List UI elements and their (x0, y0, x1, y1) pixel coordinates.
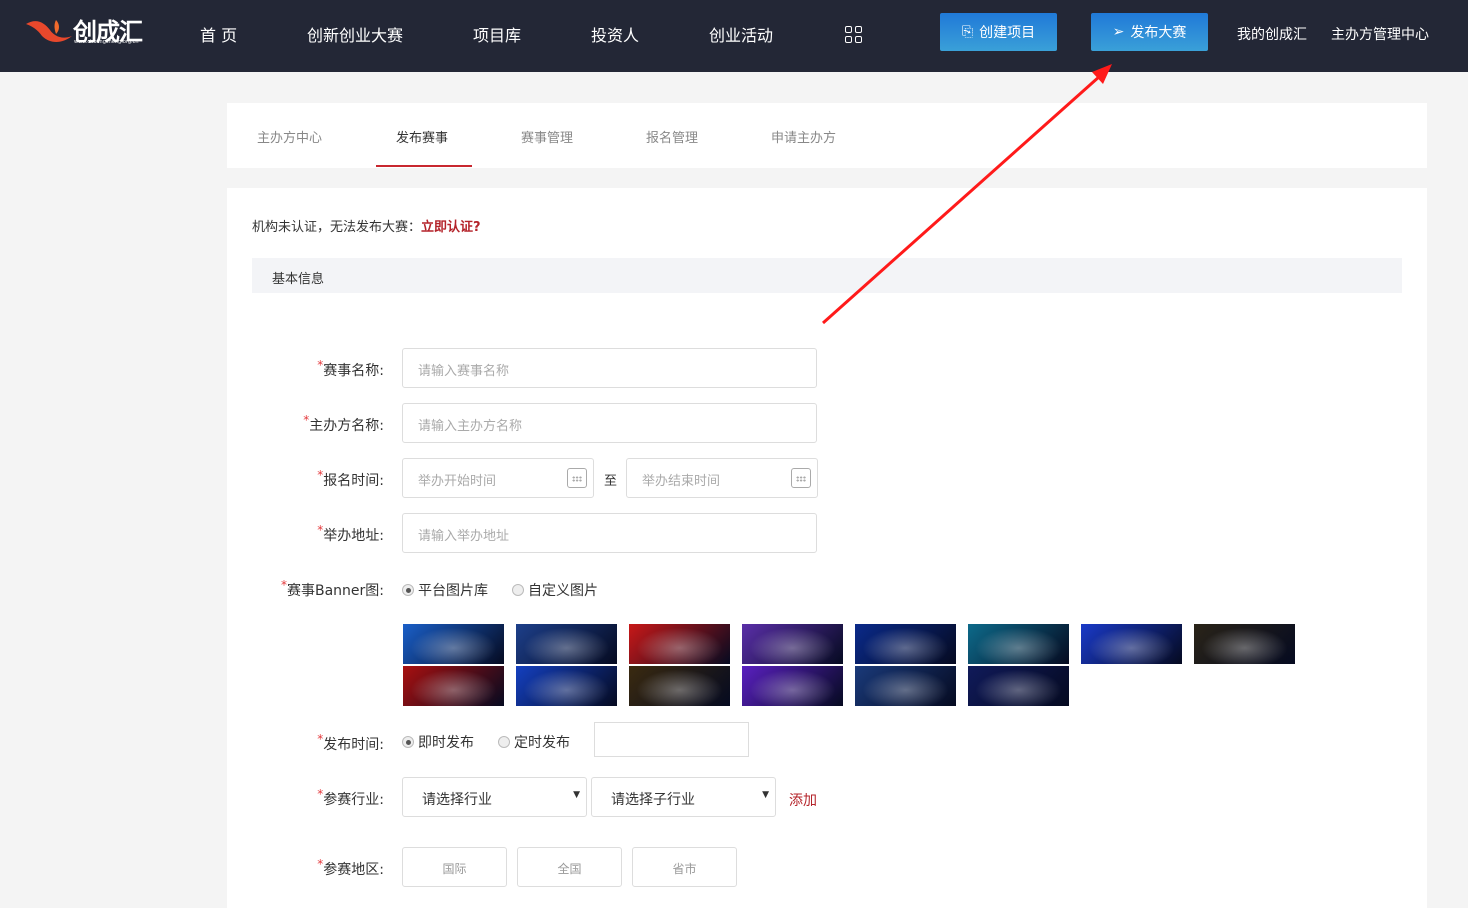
paper-plane-icon: ➢ (1112, 24, 1125, 40)
active-tab-underline (376, 165, 472, 167)
radio-platform-library[interactable]: 平台图片库 (402, 580, 488, 600)
region-label: *参赛地区: (317, 857, 384, 878)
tab-apply-organizer[interactable]: 申请主办方 (771, 127, 836, 146)
region-international[interactable]: 国际 (402, 847, 507, 887)
my-account-link[interactable]: 我的创成汇 (1237, 24, 1307, 44)
banner-thumbnail[interactable] (742, 624, 843, 664)
calendar-icon[interactable] (791, 468, 811, 488)
nav-contest[interactable]: 创新创业大赛 (307, 22, 403, 46)
radio-custom-image[interactable]: 自定义图片 (512, 580, 598, 600)
add-industry-link[interactable]: 添加 (789, 790, 817, 810)
industry-label: *参赛行业: (317, 787, 384, 808)
top-navbar: 创成汇 www.chuangcheng.org.cn 首 页 创新创业大赛 项目… (0, 0, 1468, 72)
banner-thumbnail[interactable] (403, 624, 504, 664)
form-panel: 机构未认证，无法发布大赛：立即认证? 基本信息 *赛事名称: 请输入赛事名称 *… (227, 188, 1427, 908)
start-date-input[interactable]: 举办开始时间 (402, 458, 594, 498)
banner-label: *赛事Banner图: (280, 578, 384, 599)
industry-select[interactable]: 请选择行业 (402, 777, 587, 817)
banner-thumbnail[interactable] (968, 624, 1069, 664)
address-input[interactable]: 请输入举办地址 (402, 513, 817, 553)
tab-publish-contest[interactable]: 发布赛事 (396, 127, 448, 146)
nav-investors[interactable]: 投资人 (591, 22, 639, 46)
region-province[interactable]: 省市 (632, 847, 737, 887)
tab-signup-management[interactable]: 报名管理 (646, 127, 698, 146)
banner-thumbnail[interactable] (629, 624, 730, 664)
banner-thumbnail[interactable] (855, 624, 956, 664)
nav-events[interactable]: 创业活动 (709, 22, 773, 46)
tab-bar: 主办方中心 发布赛事 赛事管理 报名管理 申请主办方 (227, 103, 1427, 168)
sub-industry-select[interactable]: 请选择子行业 (591, 777, 776, 817)
region-national[interactable]: 全国 (517, 847, 622, 887)
publish-contest-button[interactable]: ➢ 发布大赛 (1091, 13, 1208, 51)
address-label: *举办地址: (317, 523, 384, 544)
scheduled-time-input[interactable] (594, 722, 749, 757)
banner-thumbnail[interactable] (1194, 624, 1295, 664)
banner-thumbnail[interactable] (403, 666, 504, 706)
signup-time-label: *报名时间: (317, 468, 384, 489)
file-add-icon: ⎘ (961, 24, 974, 40)
organizer-name-input[interactable]: 请输入主办方名称 (402, 403, 817, 443)
banner-thumbnail[interactable] (516, 624, 617, 664)
contest-name-label: *赛事名称: (317, 358, 384, 379)
date-separator: 至 (604, 474, 618, 489)
organizer-center-link[interactable]: 主办方管理中心 (1331, 24, 1429, 44)
publish-time-label: *发布时间: (317, 732, 384, 753)
phoenix-logo-icon (26, 20, 72, 42)
organizer-name-label: *主办方名称: (303, 413, 384, 434)
verification-notice: 机构未认证，无法发布大赛：立即认证? (252, 220, 481, 235)
nav-home[interactable]: 首 页 (200, 22, 237, 46)
contest-name-input[interactable]: 请输入赛事名称 (402, 348, 817, 388)
banner-thumbnail[interactable] (968, 666, 1069, 706)
section-header: 基本信息 (252, 258, 1402, 293)
radio-scheduled[interactable]: 定时发布 (498, 732, 570, 752)
verify-now-link[interactable]: 立即认证? (421, 220, 481, 235)
calendar-icon[interactable] (567, 468, 587, 488)
banner-thumbnail[interactable] (629, 666, 730, 706)
tab-contest-management[interactable]: 赛事管理 (521, 127, 573, 146)
end-date-input[interactable]: 举办结束时间 (626, 458, 818, 498)
nav-projects[interactable]: 项目库 (473, 22, 521, 46)
banner-thumbnail[interactable] (742, 666, 843, 706)
banner-thumbnail[interactable] (855, 666, 956, 706)
radio-publish-now[interactable]: 即时发布 (402, 732, 474, 752)
logo[interactable]: 创成汇 www.chuangcheng.org.cn (26, 12, 148, 48)
tab-organizer-center[interactable]: 主办方中心 (257, 127, 322, 146)
banner-thumbnail[interactable] (516, 666, 617, 706)
grid-icon[interactable] (845, 26, 863, 44)
banner-thumbnail[interactable] (1081, 624, 1182, 664)
create-project-button[interactable]: ⎘ 创建项目 (940, 13, 1057, 51)
